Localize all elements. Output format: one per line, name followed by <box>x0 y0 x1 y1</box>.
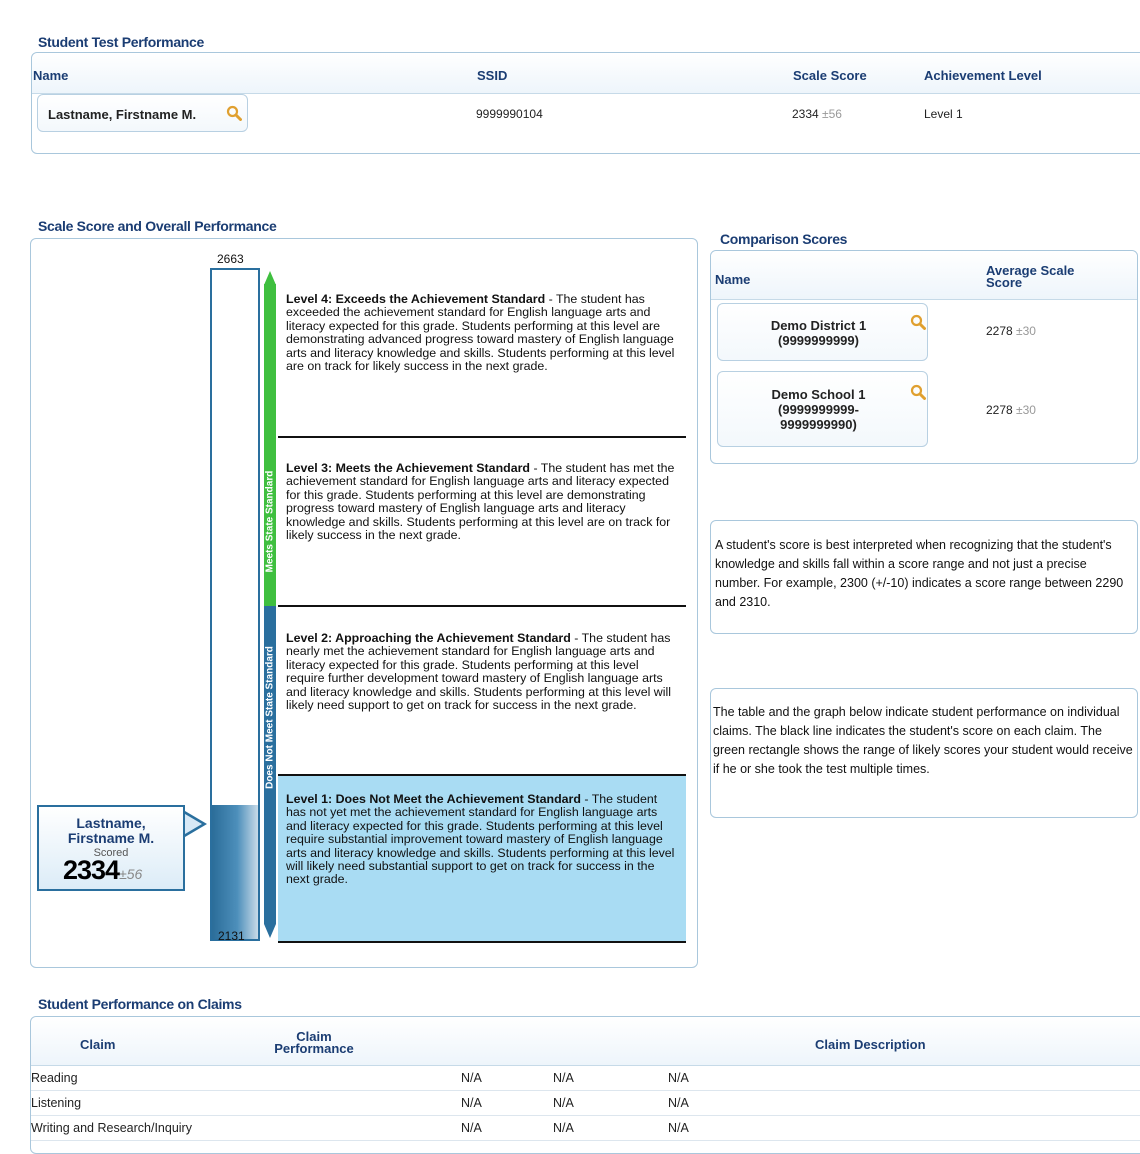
comparison-col-average: Average Scale Score <box>986 264 1074 290</box>
student-score-marker: Lastname, Firstname M. Scored 2334±56 <box>37 805 185 891</box>
level-divider <box>278 605 686 607</box>
district-id: (9999999999) <box>778 333 859 348</box>
col-ssid: SSID <box>477 68 508 83</box>
claim-name: Writing and Research/Inquiry <box>31 1121 192 1135</box>
scale-score-number: 2334 <box>792 107 819 121</box>
marker-name-line1: Lastname, <box>76 815 146 831</box>
marker-score: 2334±56 <box>63 855 142 886</box>
district-name: Demo District 1 <box>770 318 867 333</box>
claim-value: N/A <box>461 1121 482 1135</box>
table-row: Listening N/A N/A N/A <box>31 1091 1140 1116</box>
claim-name: Reading <box>31 1071 78 1085</box>
claim-name: Listening <box>31 1096 82 1110</box>
comparison-col-average-line2: Score <box>986 275 1023 290</box>
claims-col-claim: Claim <box>80 1037 116 1052</box>
district-score-number: 2278 <box>986 324 1013 338</box>
school-id-line1: (9999999999- <box>778 402 859 417</box>
col-name: Name <box>33 68 69 83</box>
ssid-value: 9999990104 <box>476 107 543 121</box>
district-score: 2278 ±30 <box>986 324 1036 338</box>
claims-col-description: Claim Description <box>815 1037 926 1052</box>
not-meets-arrow-head <box>264 924 276 938</box>
level-2-description: Level 2: Approaching the Achievement Sta… <box>286 631 678 712</box>
comparison-panel: Name Average Scale Score Demo District 1… <box>710 250 1138 464</box>
search-icon <box>226 105 242 121</box>
district-button[interactable]: Demo District 1 (9999999999) <box>717 303 928 361</box>
overall-title: Scale Score and Overall Performance <box>38 218 277 234</box>
district-score-error: ±30 <box>1016 324 1036 338</box>
level-2-title: Level 2: Approaching the Achievement Sta… <box>286 631 571 645</box>
marker-name-line2: Firstname M. <box>67 830 155 846</box>
claims-header <box>31 1017 1140 1066</box>
comparison-title: Comparison Scores <box>720 231 848 247</box>
claim-value: N/A <box>668 1121 689 1135</box>
level-3-title: Level 3: Meets the Achievement Standard <box>286 461 530 475</box>
marker-score-number: 2334 <box>63 855 120 885</box>
search-icon <box>910 314 926 330</box>
level-4-title: Level 4: Exceeds the Achievement Standar… <box>286 292 546 306</box>
student-name-label: Lastname, Firstname M. <box>48 107 197 122</box>
col-achievement: Achievement Level <box>924 68 1042 83</box>
meets-standard-label: Meets State Standard <box>264 470 276 573</box>
table-row: Writing and Research/Inquiry N/A N/A N/A <box>31 1116 1140 1141</box>
school-score: 2278 ±30 <box>986 403 1036 417</box>
comparison-col-name: Name <box>715 272 751 287</box>
claims-panel: Claim Claim Performance Claim Descriptio… <box>30 1016 1140 1154</box>
school-score-error: ±30 <box>1016 403 1036 417</box>
student-name-button[interactable]: Lastname, Firstname M. <box>37 94 248 132</box>
level-1-description: Level 1: Does Not Meet the Achievement S… <box>286 792 678 887</box>
score-scale-bar <box>210 268 260 941</box>
school-id-line2: 9999999990) <box>780 417 857 432</box>
scale-score-value: 2334 ±56 <box>792 107 842 121</box>
claims-note-text: The table and the graph below indicate s… <box>713 705 1133 776</box>
table-row: Reading N/A N/A N/A <box>31 1066 1140 1091</box>
search-icon <box>910 384 926 400</box>
achievement-value: Level 1 <box>924 107 963 121</box>
claims-col-performance-line2: Performance <box>274 1041 354 1056</box>
meets-arrow-head <box>264 271 276 285</box>
claims-title: Student Performance on Claims <box>38 996 242 1012</box>
school-score-number: 2278 <box>986 403 1013 417</box>
level-1-title: Level 1: Does Not Meet the Achievement S… <box>286 792 581 806</box>
claims-col-performance: Claim Performance <box>256 1030 372 1056</box>
col-scale-score: Scale Score <box>793 68 867 83</box>
score-fill <box>212 805 258 939</box>
test-performance-title: Student Test Performance <box>38 34 205 50</box>
not-meets-standard-label: Does Not Meet State Standard <box>264 646 276 789</box>
claim-value: N/A <box>553 1071 574 1085</box>
level-divider <box>278 436 686 438</box>
claims-note-panel: The table and the graph below indicate s… <box>710 688 1138 818</box>
claim-value: N/A <box>461 1096 482 1110</box>
marker-pointer-inner <box>185 814 202 834</box>
level-4-description: Level 4: Exceeds the Achievement Standar… <box>286 292 678 373</box>
level-3-description: Level 3: Meets the Achievement Standard … <box>286 461 678 542</box>
claim-value: N/A <box>553 1096 574 1110</box>
test-performance-panel: Name SSID Scale Score Achievement Level … <box>31 52 1140 154</box>
tick-label: 2663 <box>217 252 244 266</box>
score-note-text: A student's score is best interpreted wh… <box>715 538 1124 609</box>
claim-value: N/A <box>461 1071 482 1085</box>
school-name: Demo School 1 <box>771 387 866 402</box>
marker-score-error: ±56 <box>119 866 143 882</box>
scale-score-error: ±56 <box>822 107 842 121</box>
level-1-text: - The student has not yet met the achiev… <box>286 792 675 887</box>
claim-value: N/A <box>668 1096 689 1110</box>
claim-value: N/A <box>553 1121 574 1135</box>
tick-label: 2131 <box>218 929 245 943</box>
score-note-panel: A student's score is best interpreted wh… <box>710 520 1138 634</box>
claim-value: N/A <box>668 1071 689 1085</box>
school-button[interactable]: Demo School 1 (9999999999- 9999999990) <box>717 371 928 447</box>
